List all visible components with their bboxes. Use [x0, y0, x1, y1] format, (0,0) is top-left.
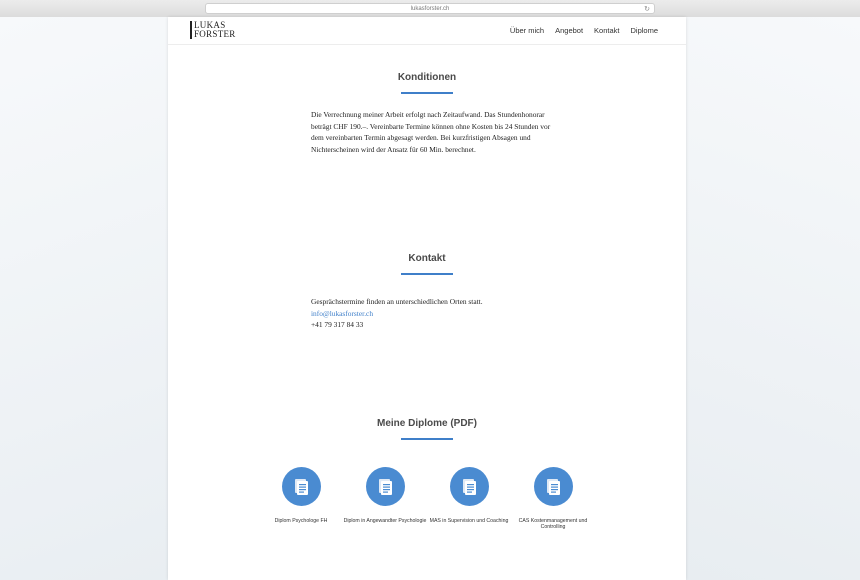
- background-right: [686, 17, 860, 580]
- diploma-item-psychologe-fh[interactable]: Diplom Psychologe FH: [259, 467, 343, 525]
- diploma-item-angewandte-psychologie[interactable]: Diplom in Angewandter Psychologie: [343, 467, 427, 525]
- address-bar[interactable]: lukasforster.ch ↻: [205, 3, 655, 14]
- diploma-icon-circle: [533, 467, 573, 506]
- document-icon: [378, 479, 392, 495]
- konditionen-text: Die Verrechnung meiner Arbeit erfolgt na…: [311, 110, 551, 154]
- nav-item-ueber-mich[interactable]: Über mich: [510, 26, 544, 35]
- kontakt-block: Gesprächstermine finden an unterschiedli…: [311, 296, 571, 331]
- diploma-label: CAS Kostenmanagement und Controlling: [518, 518, 588, 530]
- kontakt-title: Kontakt: [408, 253, 446, 264]
- background-left: [0, 17, 168, 580]
- kontakt-title-underline: [401, 273, 453, 275]
- diploma-list: Diplom Psychologe FH Diplom in Angewandt…: [168, 467, 686, 547]
- web-page: LUKAS FORSTER Über mich Angebot Kontakt …: [168, 17, 686, 580]
- diplome-title-underline: [401, 438, 453, 440]
- logo-line-2: FORSTER: [194, 29, 236, 39]
- diploma-icon-circle: [365, 467, 405, 506]
- kontakt-info-text: Gesprächstermine finden an unterschiedli…: [311, 297, 483, 306]
- diploma-item-mas-supervision[interactable]: MAS in Supervision und Coaching: [427, 467, 511, 525]
- diploma-icon-circle: [281, 467, 321, 506]
- main-nav: Über mich Angebot Kontakt Diplome: [510, 26, 658, 35]
- diploma-icon-circle: [449, 467, 489, 506]
- browser-toolbar: lukasforster.ch ↻: [0, 0, 860, 18]
- diploma-label: Diplom Psychologe FH: [274, 518, 328, 524]
- nav-item-diplome[interactable]: Diplome: [630, 26, 658, 35]
- diplome-title: Meine Diplome (PDF): [376, 418, 477, 429]
- phone-number: +41 79 317 84 33: [311, 320, 364, 330]
- site-logo[interactable]: LUKAS FORSTER: [190, 21, 236, 39]
- document-icon: [462, 479, 476, 495]
- site-header: LUKAS FORSTER Über mich Angebot Kontakt …: [168, 17, 686, 45]
- konditionen-title: Konditionen: [397, 72, 457, 83]
- address-bar-url: lukasforster.ch: [410, 6, 450, 12]
- konditionen-title-underline: [401, 92, 453, 94]
- document-icon: [546, 479, 560, 495]
- nav-item-kontakt[interactable]: Kontakt: [594, 26, 619, 35]
- diploma-item-cas-kostenmanagement[interactable]: CAS Kostenmanagement und Controlling: [511, 467, 595, 530]
- nav-item-angebot[interactable]: Angebot: [555, 26, 583, 35]
- diploma-label: MAS in Supervision und Coaching: [429, 518, 509, 524]
- diploma-label: Diplom in Angewandter Psychologie: [343, 518, 427, 524]
- document-icon: [294, 479, 308, 495]
- email-link[interactable]: info@lukasforster.ch: [311, 308, 571, 320]
- reload-icon[interactable]: ↻: [644, 4, 650, 15]
